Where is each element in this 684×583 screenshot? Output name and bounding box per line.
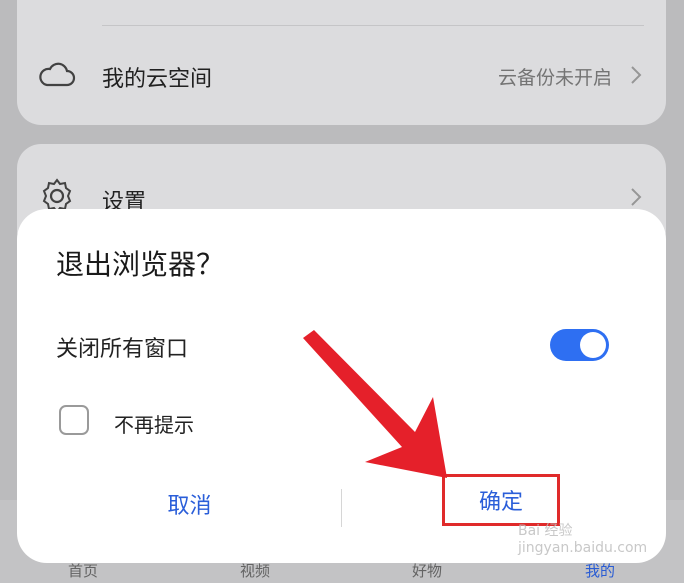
watermark: Bai 经验 jingyan.baidu.com	[518, 523, 648, 556]
cancel-button[interactable]: 取消	[97, 479, 282, 535]
dont-show-again-label[interactable]: 不再提示	[114, 409, 194, 438]
close-all-windows-label: 关闭所有窗口	[56, 337, 189, 362]
exit-browser-dialog: 退出浏览器？ 关闭所有窗口 不再提示 取消 确定	[17, 209, 666, 563]
confirm-button[interactable]: 确定	[442, 474, 560, 526]
button-divider	[341, 489, 342, 527]
dialog-title: 退出浏览器？	[56, 248, 225, 281]
dont-show-again-checkbox[interactable]	[59, 405, 89, 435]
close-all-windows-toggle[interactable]	[550, 329, 609, 361]
toggle-knob	[580, 332, 606, 358]
